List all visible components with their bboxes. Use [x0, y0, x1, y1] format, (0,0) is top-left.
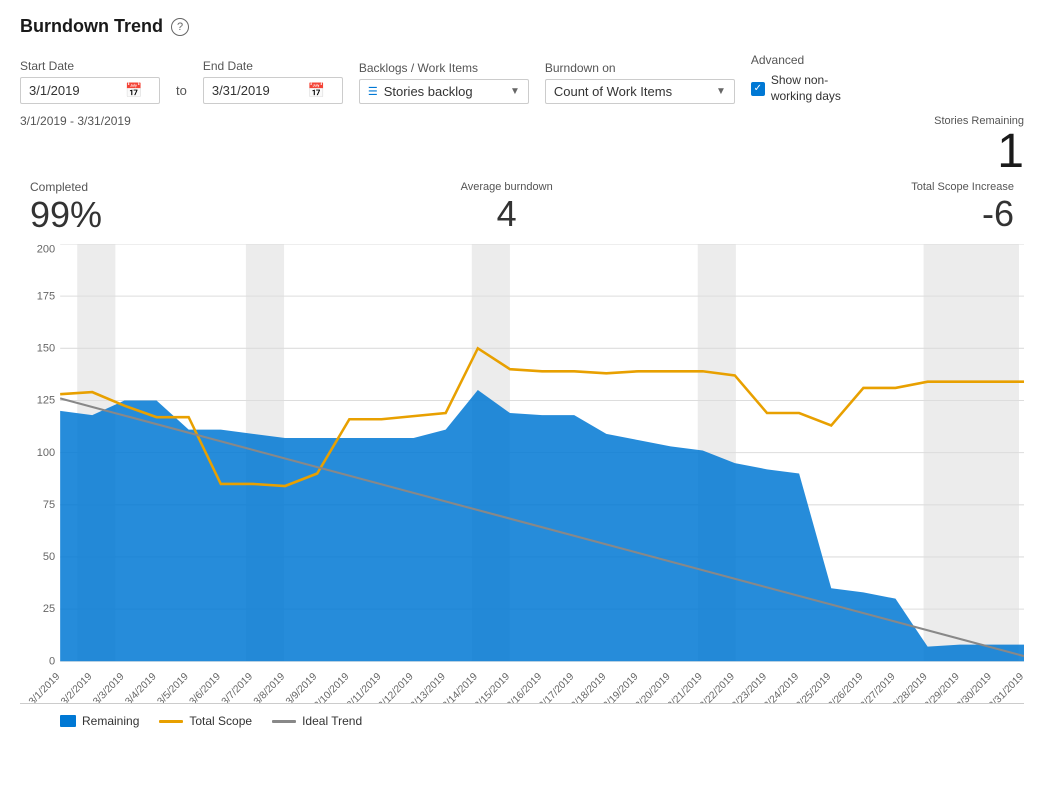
show-nonworking-checkbox[interactable]: ✓ [751, 82, 765, 96]
advanced-group: Advanced ✓ Show non-working days [751, 53, 861, 104]
legend-remaining-color [60, 715, 76, 727]
legend: Remaining Total Scope Ideal Trend [20, 714, 1024, 728]
y-label-75: 75 [43, 499, 55, 511]
start-date-label: Start Date [20, 59, 160, 73]
x-label-24: 3/24/2019 [762, 671, 801, 703]
avg-burndown-label: Average burndown [461, 181, 553, 193]
end-date-label: End Date [203, 59, 343, 73]
x-label-26: 3/26/2019 [826, 671, 865, 703]
y-label-25: 25 [43, 604, 55, 616]
show-nonworking-label: Show non-working days [771, 73, 861, 104]
end-date-group: End Date 📅 [203, 59, 343, 104]
x-label-30: 3/30/2019 [955, 671, 994, 703]
start-date-group: Start Date 📅 [20, 59, 160, 104]
avg-burndown-stat: Average burndown 4 [461, 181, 553, 235]
completed-label: Completed [30, 180, 88, 194]
x-label-19: 3/19/2019 [601, 671, 640, 703]
x-label-9: 3/9/2019 [284, 671, 319, 703]
y-label-150: 150 [37, 343, 55, 355]
show-nonworking-row: ✓ Show non-working days [751, 71, 861, 104]
x-label-27: 3/27/2019 [858, 671, 897, 703]
burndown-dropdown[interactable]: Count of Work Items ▼ [545, 79, 735, 104]
stories-remaining-box: Stories Remaining 1 [934, 114, 1024, 176]
x-label-5: 3/5/2019 [156, 671, 191, 703]
chart-svg: 0 25 50 75 100 125 150 175 200 3/1/2019 … [20, 244, 1024, 703]
burndown-label: Burndown on [545, 61, 735, 75]
backlogs-dropdown-icon: ☰ [368, 85, 378, 98]
y-label-50: 50 [43, 551, 55, 563]
completed-stat: Completed 99% [30, 180, 102, 236]
x-label-7: 3/7/2019 [220, 671, 255, 703]
x-label-11: 3/11/2019 [345, 671, 384, 703]
y-label-175: 175 [37, 291, 55, 303]
burndown-chart: 0 25 50 75 100 125 150 175 200 3/1/2019 … [20, 244, 1024, 704]
backlogs-dropdown-arrow-icon: ▼ [510, 86, 520, 97]
backlogs-dropdown-text: Stories backlog [384, 84, 504, 99]
page-title: Burndown Trend [20, 16, 163, 37]
y-label-0: 0 [49, 656, 55, 668]
x-label-12: 3/12/2019 [376, 671, 415, 703]
legend-total-scope-color [159, 720, 183, 723]
x-label-17: 3/17/2019 [537, 671, 576, 703]
stories-remaining-value: 1 [934, 128, 1024, 176]
burndown-dropdown-text: Count of Work Items [554, 84, 710, 99]
x-label-6: 3/6/2019 [188, 671, 223, 703]
scope-increase-stat: Total Scope Increase -6 [911, 181, 1014, 235]
advanced-label: Advanced [751, 53, 861, 67]
x-label-14: 3/14/2019 [441, 671, 480, 703]
x-label-28: 3/28/2019 [891, 671, 930, 703]
legend-ideal-trend: Ideal Trend [272, 714, 362, 728]
legend-total-scope: Total Scope [159, 714, 252, 728]
x-label-3: 3/3/2019 [91, 671, 126, 703]
x-label-29: 3/29/2019 [923, 671, 962, 703]
date-range-text: 3/1/2019 - 3/31/2019 [20, 114, 131, 128]
x-label-20: 3/20/2019 [634, 671, 673, 703]
burndown-group: Burndown on Count of Work Items ▼ [545, 61, 735, 104]
scope-increase-value: -6 [982, 193, 1014, 235]
x-label-1: 3/1/2019 [27, 671, 62, 703]
x-axis-labels: 3/1/2019 3/2/2019 3/3/2019 3/4/2019 3/5/… [27, 671, 1024, 703]
y-label-200: 200 [37, 244, 55, 255]
backlogs-label: Backlogs / Work Items [359, 61, 529, 75]
avg-burndown-value: 4 [497, 193, 517, 235]
x-label-25: 3/25/2019 [794, 671, 833, 703]
x-label-4: 3/4/2019 [123, 671, 158, 703]
x-label-13: 3/13/2019 [409, 671, 448, 703]
x-label-16: 3/16/2019 [505, 671, 544, 703]
legend-remaining-label: Remaining [82, 714, 139, 728]
burndown-dropdown-arrow-icon: ▼ [716, 86, 726, 97]
checkbox-check-icon: ✓ [754, 83, 762, 94]
start-date-input-wrap[interactable]: 📅 [20, 77, 160, 104]
x-label-2: 3/2/2019 [59, 671, 94, 703]
backlogs-group: Backlogs / Work Items ☰ Stories backlog … [359, 61, 529, 104]
y-label-100: 100 [37, 447, 55, 459]
legend-total-scope-label: Total Scope [189, 714, 252, 728]
end-date-calendar-icon[interactable]: 📅 [308, 82, 325, 99]
x-label-31: 3/31/2019 [987, 671, 1024, 703]
end-date-input-wrap[interactable]: 📅 [203, 77, 343, 104]
legend-ideal-trend-label: Ideal Trend [302, 714, 362, 728]
start-date-input[interactable] [29, 83, 119, 98]
x-label-8: 3/8/2019 [252, 671, 287, 703]
scope-increase-label: Total Scope Increase [911, 181, 1014, 193]
to-label: to [176, 83, 187, 104]
x-label-10: 3/10/2019 [312, 671, 351, 703]
x-label-18: 3/18/2019 [569, 671, 608, 703]
legend-remaining: Remaining [60, 714, 139, 728]
x-label-23: 3/23/2019 [730, 671, 769, 703]
x-label-15: 3/15/2019 [473, 671, 512, 703]
start-date-calendar-icon[interactable]: 📅 [125, 82, 142, 99]
completed-value: 99% [30, 194, 102, 236]
x-label-22: 3/22/2019 [698, 671, 737, 703]
legend-ideal-trend-color [272, 720, 296, 723]
x-label-21: 3/21/2019 [666, 671, 705, 703]
help-icon[interactable]: ? [171, 18, 189, 36]
y-label-125: 125 [37, 395, 55, 407]
remaining-area [60, 391, 1024, 662]
end-date-input[interactable] [212, 83, 302, 98]
backlogs-dropdown[interactable]: ☰ Stories backlog ▼ [359, 79, 529, 104]
